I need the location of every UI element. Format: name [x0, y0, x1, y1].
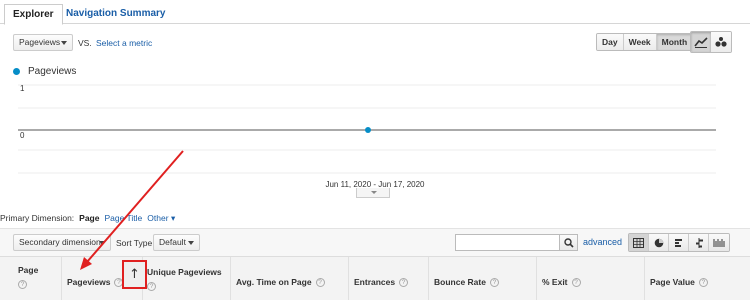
metric-select-label: Pageviews	[19, 37, 61, 47]
arrow-up-icon: ↑	[129, 267, 140, 282]
sort-type-value: Default	[159, 237, 186, 247]
help-icon[interactable]: ?	[315, 278, 325, 288]
legend-marker	[13, 68, 20, 75]
pie-view-icon	[654, 238, 663, 247]
metric-select[interactable]: Pageviews	[13, 34, 73, 51]
y-tick-label-1: 1	[20, 84, 25, 93]
column-header-exit-text: % Exit?	[542, 277, 581, 288]
pivot-view-icon	[713, 238, 725, 247]
performance-view-icon	[674, 238, 682, 247]
analytics-page: Explorer Navigation Summary Pageviews VS…	[0, 0, 750, 300]
advanced-filter-link[interactable]: advanced	[583, 237, 622, 247]
column-header-entrances-label: Entrances	[354, 277, 396, 287]
motion-chart-button[interactable]	[711, 32, 731, 52]
sort-ascending-button[interactable]: ↑	[122, 260, 147, 289]
chart-legend: Pageviews	[13, 66, 76, 77]
chart-collapse-handle[interactable]	[356, 188, 390, 198]
help-icon[interactable]: ?	[147, 282, 156, 291]
column-header-bounce-rate-label: Bounce Rate	[434, 277, 486, 287]
column-header-avg-time[interactable]: Avg. Time on Page?	[231, 257, 349, 300]
column-header-page-value-text: Page Value?	[650, 277, 708, 288]
performance-view-button[interactable]	[669, 234, 689, 251]
comparison-view-button[interactable]	[689, 234, 709, 251]
chevron-down-icon	[99, 241, 105, 245]
line-chart-button[interactable]	[691, 32, 711, 52]
period-day-button[interactable]: Day	[597, 34, 624, 50]
chart-type-toggle	[690, 31, 732, 53]
column-header-bounce-rate-text: Bounce Rate?	[434, 277, 499, 288]
select-metric-link[interactable]: Select a metric	[96, 38, 152, 48]
column-header-entrances-text: Entrances?	[354, 277, 409, 288]
help-icon[interactable]: ?	[18, 280, 27, 289]
period-week-button[interactable]: Week	[623, 34, 657, 50]
column-header-page-label: Page	[18, 265, 39, 275]
data-point[interactable]	[365, 127, 371, 133]
primary-dimension-label: Primary Dimension:	[0, 213, 75, 223]
dimension-other[interactable]: Other ▾	[147, 213, 175, 224]
legend-label: Pageviews	[28, 66, 77, 77]
dimension-other-label: Other	[147, 213, 169, 223]
column-header-entrances[interactable]: Entrances?	[349, 257, 429, 300]
table-view-button[interactable]	[629, 234, 649, 251]
line-chart-icon	[694, 37, 708, 48]
table-search-input[interactable]	[455, 234, 560, 251]
dimension-page-title[interactable]: Page Title	[104, 213, 142, 224]
column-header-avg-time-text: Avg. Time on Page?	[236, 277, 325, 288]
chevron-down-icon	[371, 191, 377, 194]
column-header-page-value-label: Page Value	[650, 277, 695, 287]
period-month-button[interactable]: Month	[656, 34, 693, 50]
search-button[interactable]	[559, 234, 578, 251]
column-header-unique-pageviews[interactable]: Unique Pageviews ?	[143, 257, 231, 300]
help-icon[interactable]: ?	[489, 278, 499, 288]
column-header-pageviews-label: Pageviews	[67, 277, 111, 287]
column-header-page[interactable]: Page ?	[0, 257, 62, 300]
motion-chart-icon	[715, 37, 727, 47]
tab-navigation-summary[interactable]: Navigation Summary	[58, 4, 173, 25]
period-toggle: Day Week Month	[596, 33, 694, 51]
column-header-pageviews-text: Pageviews?	[67, 277, 124, 288]
dimension-page[interactable]: Page	[79, 213, 99, 224]
sort-type-label: Sort Type:	[116, 238, 155, 248]
help-icon[interactable]: ?	[399, 278, 409, 288]
table-view-toggle	[628, 233, 730, 252]
pivot-view-button[interactable]	[709, 234, 729, 251]
table-view-icon	[633, 237, 644, 248]
help-icon[interactable]: ?	[571, 278, 581, 288]
report-tabs: Explorer Navigation Summary	[0, 0, 750, 25]
chevron-down-icon	[188, 241, 194, 245]
column-header-avg-time-label: Avg. Time on Page	[236, 277, 312, 287]
column-header-exit[interactable]: % Exit?	[537, 257, 645, 300]
column-header-page-value[interactable]: Page Value?	[645, 257, 750, 300]
comparison-view-icon	[695, 237, 703, 248]
help-icon[interactable]: ?	[698, 278, 708, 288]
chevron-down-icon	[61, 41, 67, 45]
sort-type-select[interactable]: Default	[153, 234, 200, 251]
search-icon	[563, 237, 574, 248]
table-header: Page ? Pageviews? Unique Pageviews ? Avg…	[0, 256, 750, 300]
pie-view-button[interactable]	[649, 234, 669, 251]
vs-label: VS.	[78, 38, 92, 48]
secondary-dimension-label: Secondary dimension	[19, 237, 101, 247]
chevron-down-icon: ▾	[170, 213, 176, 223]
table-controls-bar: Secondary dimension Sort Type: Default a…	[0, 228, 750, 256]
tab-explorer[interactable]: Explorer	[4, 4, 63, 25]
secondary-dimension-select[interactable]: Secondary dimension	[13, 234, 111, 251]
primary-dimension-bar: Primary Dimension: Page Page Title Other…	[0, 213, 175, 224]
column-header-bounce-rate[interactable]: Bounce Rate?	[429, 257, 537, 300]
column-header-exit-label: % Exit	[542, 277, 568, 287]
y-tick-label-0: 0	[20, 131, 25, 140]
column-header-unique-pageviews-label: Unique Pageviews	[147, 267, 222, 277]
